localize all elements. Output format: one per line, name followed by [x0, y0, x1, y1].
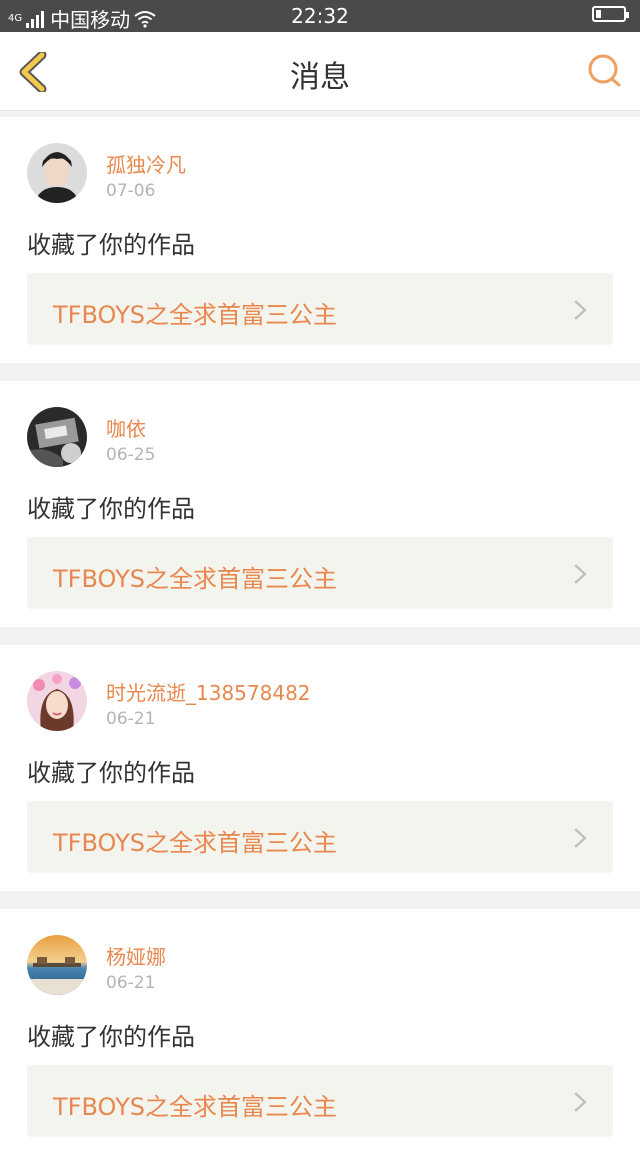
- chevron-right-icon: [574, 300, 587, 320]
- chevron-right-icon: [574, 564, 587, 584]
- username[interactable]: 时光流逝_138578482: [106, 677, 311, 706]
- avatar[interactable]: [27, 671, 87, 731]
- message-date: 06-21: [106, 973, 156, 993]
- nav-bar: 消息: [0, 32, 640, 111]
- battery-icon: [592, 6, 629, 22]
- page-title: 消息: [290, 60, 350, 95]
- search-icon[interactable]: [586, 52, 624, 90]
- message-action: 收藏了你的作品: [27, 1023, 195, 1051]
- work-title: TFBOYS之全求首富三公主: [53, 1093, 337, 1121]
- work-link[interactable]: TFBOYS之全求首富三公主: [27, 273, 613, 345]
- chevron-right-icon: [574, 828, 587, 848]
- work-title: TFBOYS之全求首富三公主: [53, 829, 337, 857]
- work-link[interactable]: TFBOYS之全求首富三公主: [27, 801, 613, 873]
- message-card: 杨娅娜 06-21 收藏了你的作品 TFBOYS之全求首富三公主: [0, 909, 640, 1155]
- work-title: TFBOYS之全求首富三公主: [53, 301, 337, 329]
- status-bar: 4G 中国移动 22:32: [0, 0, 640, 32]
- message-card: 孤独冷凡 07-06 收藏了你的作品 TFBOYS之全求首富三公主: [0, 117, 640, 363]
- status-time: 22:32: [291, 4, 349, 28]
- username[interactable]: 杨娅娜: [106, 941, 166, 970]
- message-date: 06-21: [106, 709, 156, 729]
- message-action: 收藏了你的作品: [27, 759, 195, 787]
- message-card: 咖依 06-25 收藏了你的作品 TFBOYS之全求首富三公主: [0, 381, 640, 627]
- avatar[interactable]: [27, 935, 87, 995]
- message-card: 时光流逝_138578482 06-21 收藏了你的作品 TFBOYS之全求首富…: [0, 645, 640, 891]
- message-date: 06-25: [106, 445, 156, 465]
- message-action: 收藏了你的作品: [27, 231, 195, 259]
- username[interactable]: 孤独冷凡: [106, 149, 186, 178]
- status-right: [592, 6, 629, 22]
- work-link[interactable]: TFBOYS之全求首富三公主: [27, 537, 613, 609]
- work-link[interactable]: TFBOYS之全求首富三公主: [27, 1065, 613, 1137]
- avatar[interactable]: [27, 143, 87, 203]
- work-title: TFBOYS之全求首富三公主: [53, 565, 337, 593]
- chevron-right-icon: [574, 1092, 587, 1112]
- avatar[interactable]: [27, 407, 87, 467]
- username[interactable]: 咖依: [106, 413, 146, 442]
- message-date: 07-06: [106, 181, 156, 201]
- message-action: 收藏了你的作品: [27, 495, 195, 523]
